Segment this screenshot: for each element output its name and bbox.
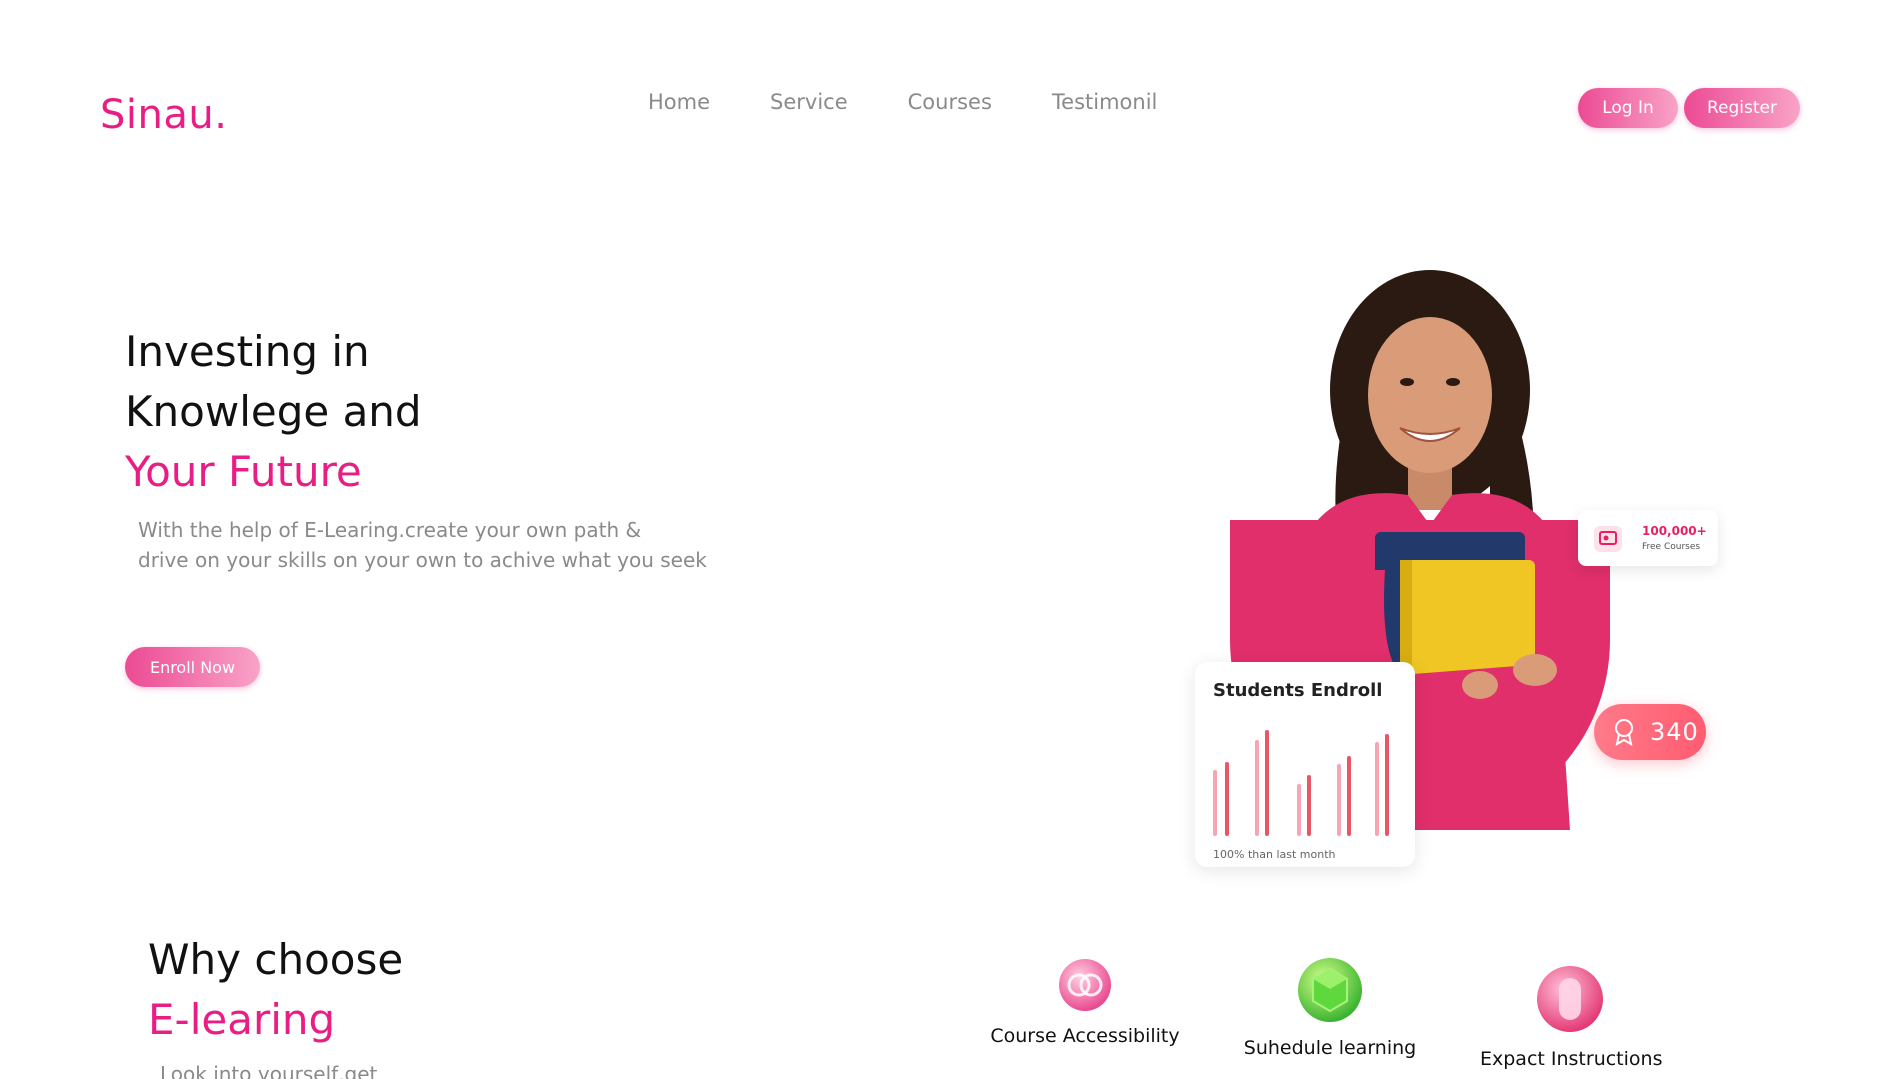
nav-service-link[interactable]: Service xyxy=(770,90,848,114)
feature-label-expert-instructions: Expact Instructions xyxy=(1480,1048,1663,1070)
free-courses-label: Free Courses xyxy=(1642,542,1701,552)
hero-title-accent: Your Future xyxy=(125,447,362,496)
students-enroll-card: Students Endroll 100% than last month xyxy=(1195,662,1415,867)
nav-courses-link[interactable]: Courses xyxy=(908,90,992,114)
award-count-badge: 340 xyxy=(1594,704,1706,760)
stats-card-footnote: 100% than last month xyxy=(1213,848,1336,861)
feature-label-schedule-learning: Suhedule learning xyxy=(1243,1037,1417,1059)
hero-title: Investing in Knowlege and Your Future xyxy=(125,322,422,502)
hero-description-line-2: drive on your skills on your own to achi… xyxy=(138,548,707,572)
hero-description-line-1: With the help of E-Learing.create your o… xyxy=(138,518,642,542)
rings-icon xyxy=(1059,959,1111,1011)
auth-buttons: Log In Register xyxy=(1578,88,1800,128)
brand-logo[interactable]: Sinau. xyxy=(100,92,227,138)
why-description: Look into yourself,get xyxy=(160,1062,378,1079)
enroll-now-button[interactable]: Enroll Now xyxy=(125,647,260,687)
certificate-icon xyxy=(1594,526,1622,552)
hero-title-line-2: Knowlege and xyxy=(125,387,422,436)
hero-title-line-1: Investing in xyxy=(125,327,370,376)
why-section-title: Why choose E-learing xyxy=(148,930,403,1050)
award-icon xyxy=(1615,719,1633,746)
feature-label-course-accessibility: Course Accessibility xyxy=(990,1025,1180,1047)
nav-home-link[interactable]: Home xyxy=(648,90,710,114)
login-button[interactable]: Log In xyxy=(1578,88,1678,128)
nav-testimonial-link[interactable]: Testimonil xyxy=(1052,90,1157,114)
capsule-icon xyxy=(1537,966,1603,1032)
enroll-bar-chart xyxy=(1213,730,1389,836)
register-button[interactable]: Register xyxy=(1684,88,1800,128)
stats-card-title: Students Endroll xyxy=(1213,680,1383,701)
free-courses-badge: 100,000+ Free Courses xyxy=(1578,510,1718,566)
why-title-accent: E-learing xyxy=(148,995,336,1044)
hero-description: With the help of E-Learing.create your o… xyxy=(138,515,738,575)
main-nav: Home Service Courses Testimonil xyxy=(648,90,1217,114)
gem-icon xyxy=(1298,958,1362,1022)
why-title-line-1: Why choose xyxy=(148,935,404,984)
award-count-value: 340 xyxy=(1650,718,1699,746)
feature-expert-instructions: Expact Instructions xyxy=(1480,960,1663,1070)
landing-page: Sinau. Home Service Courses Testimonil L… xyxy=(0,0,1899,1079)
feature-course-accessibility: Course Accessibility xyxy=(985,955,1185,1047)
free-courses-count: 100,000+ xyxy=(1642,524,1707,538)
feature-schedule-learning: Suhedule learning xyxy=(1240,955,1420,1059)
